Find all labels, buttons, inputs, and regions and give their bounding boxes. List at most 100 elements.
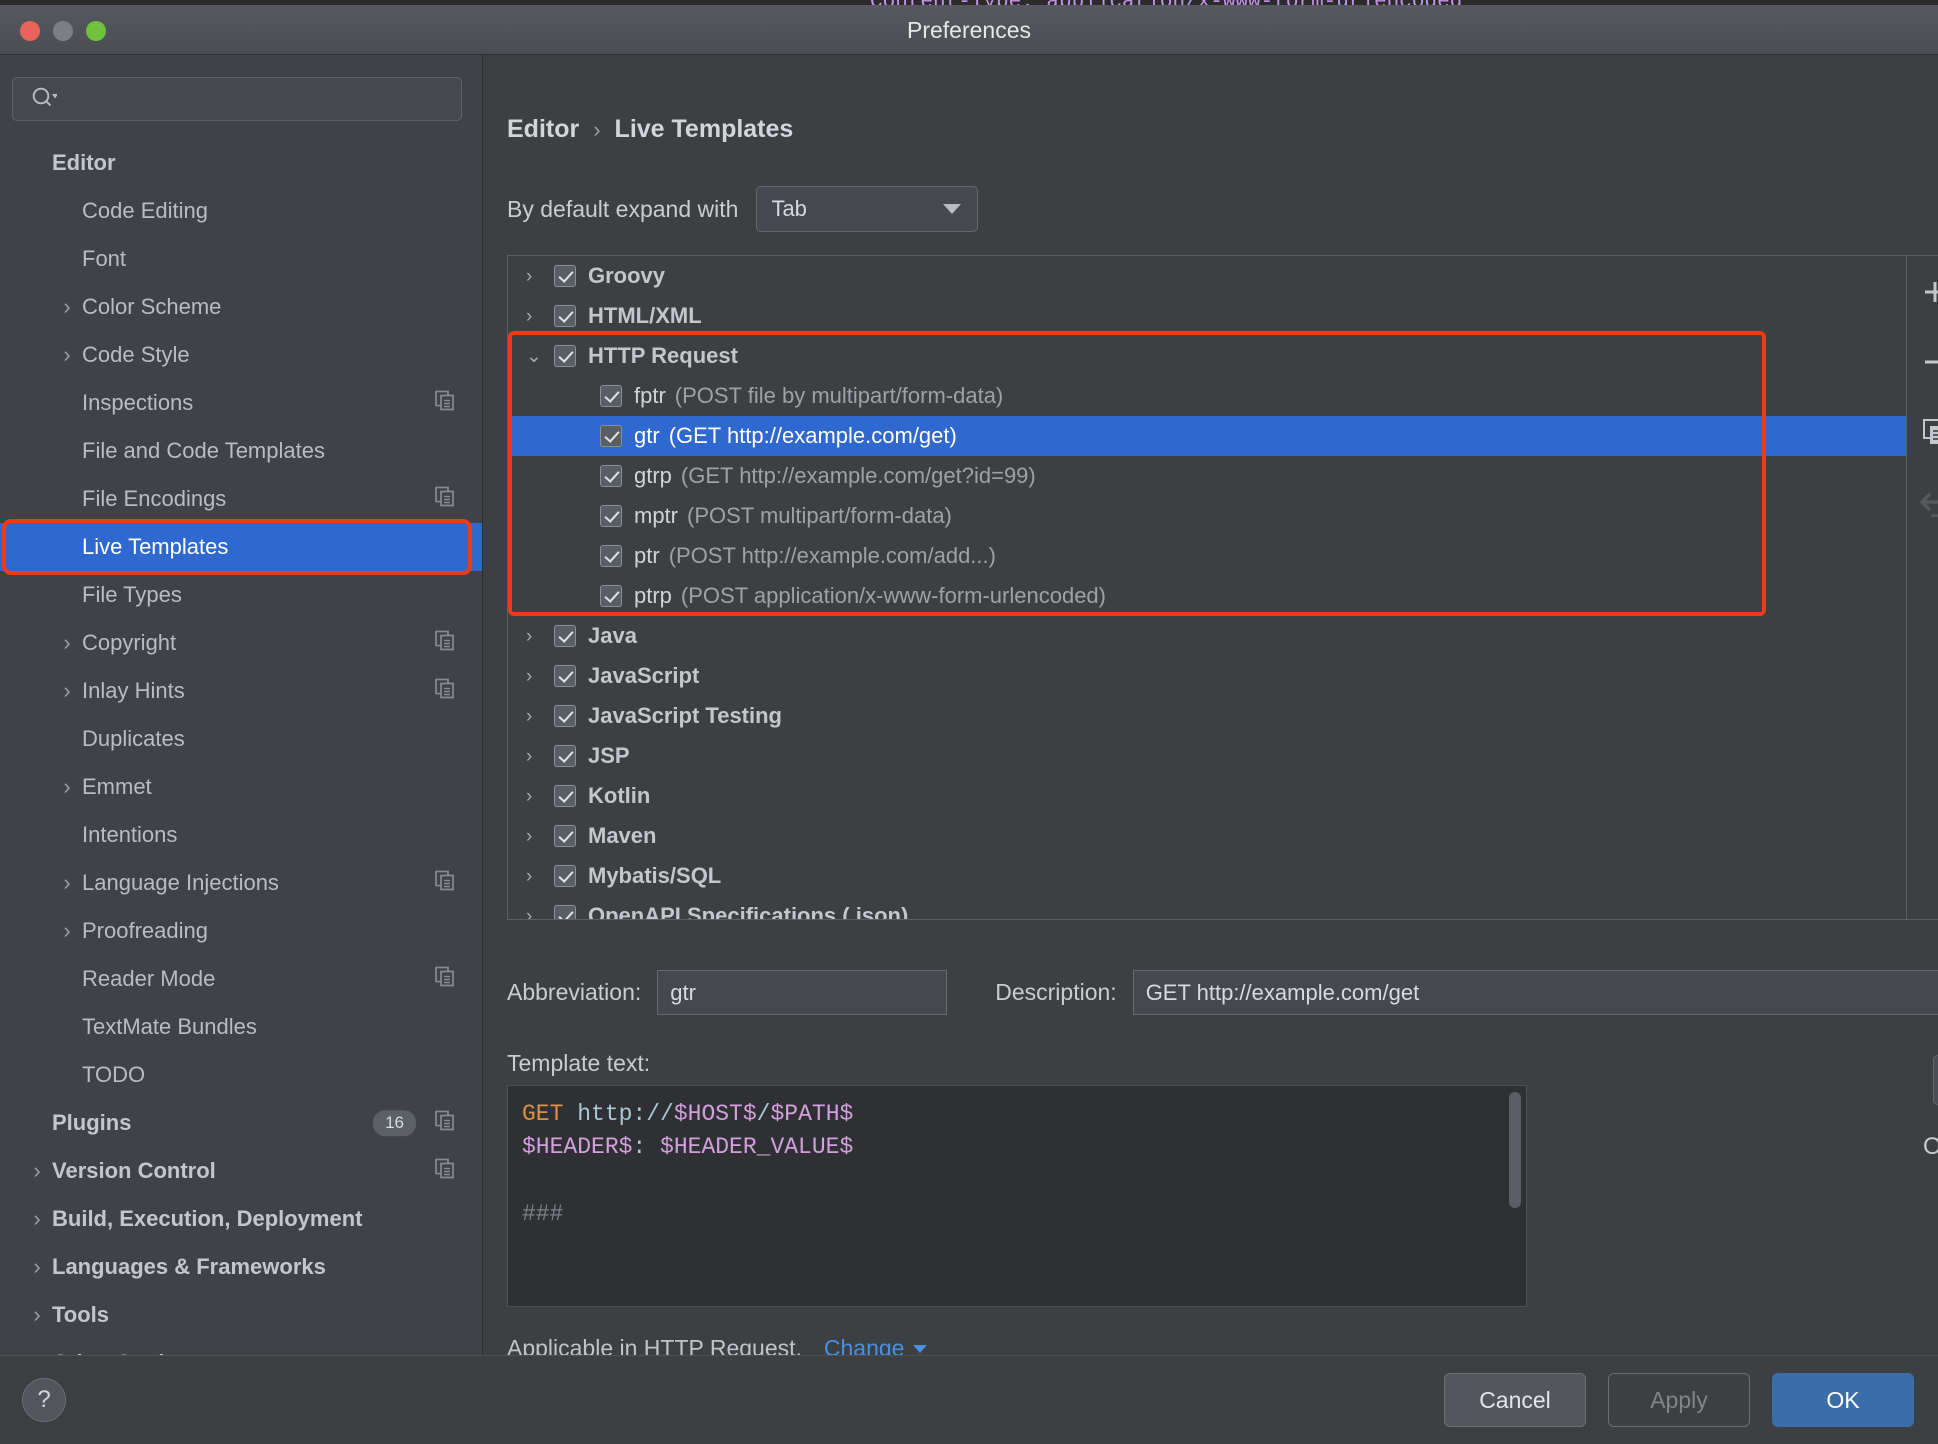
add-template-button[interactable]: [1915, 272, 1938, 312]
sidebar-item-font[interactable]: Font: [0, 235, 482, 283]
template-checkbox[interactable]: [600, 425, 622, 447]
sidebar-item-plugins[interactable]: Plugins 16: [0, 1099, 482, 1147]
template-checkbox[interactable]: [554, 785, 576, 807]
template-checkbox[interactable]: [554, 865, 576, 887]
chevron-right-icon[interactable]: ›: [52, 920, 82, 942]
sidebar-item-proofreading[interactable]: › Proofreading: [0, 907, 482, 955]
template-checkbox[interactable]: [554, 905, 576, 919]
revert-template-button[interactable]: [1915, 482, 1938, 522]
template-row[interactable]: gtr (GET http://example.com/get): [508, 416, 1906, 456]
sidebar-item-file-types[interactable]: File Types: [0, 571, 482, 619]
chevron-right-icon[interactable]: ›: [526, 627, 554, 646]
template-group-row[interactable]: › Groovy: [508, 256, 1906, 296]
abbreviation-input[interactable]: [657, 970, 948, 1015]
copy-settings-icon[interactable]: [434, 870, 456, 897]
copy-settings-icon[interactable]: [434, 486, 456, 513]
template-group-row[interactable]: › HTML/XML: [508, 296, 1906, 336]
template-checkbox[interactable]: [554, 625, 576, 647]
search-input[interactable]: [57, 88, 449, 110]
template-group-row[interactable]: › Java: [508, 616, 1906, 656]
template-checkbox[interactable]: [554, 265, 576, 287]
sidebar-item-file-encodings[interactable]: File Encodings: [0, 475, 482, 523]
sidebar-item-duplicates[interactable]: Duplicates: [0, 715, 482, 763]
template-checkbox[interactable]: [554, 745, 576, 767]
chevron-right-icon[interactable]: ›: [526, 267, 554, 286]
template-row[interactable]: mptr (POST multipart/form-data): [508, 496, 1906, 536]
remove-template-button[interactable]: [1915, 342, 1938, 382]
sidebar-item-live-templates[interactable]: Live Templates: [0, 523, 482, 571]
template-row[interactable]: ptr (POST http://example.com/add...): [508, 536, 1906, 576]
ok-button[interactable]: OK: [1772, 1373, 1914, 1427]
sidebar-item-todo[interactable]: TODO: [0, 1051, 482, 1099]
description-input[interactable]: [1132, 970, 1938, 1015]
sidebar-item-languages-frameworks[interactable]: › Languages & Frameworks: [0, 1243, 482, 1291]
template-row[interactable]: fptr (POST file by multipart/form-data): [508, 376, 1906, 416]
template-group-row[interactable]: › Maven: [508, 816, 1906, 856]
template-group-row[interactable]: › JSP: [508, 736, 1906, 776]
copy-settings-icon[interactable]: [434, 678, 456, 705]
breadcrumb-parent[interactable]: Editor: [507, 115, 579, 144]
chevron-right-icon[interactable]: ›: [22, 1256, 52, 1278]
copy-settings-icon[interactable]: [434, 1110, 456, 1137]
template-group-row[interactable]: › Mybatis/SQL: [508, 856, 1906, 896]
template-checkbox[interactable]: [600, 465, 622, 487]
sidebar-item-version-control[interactable]: › Version Control: [0, 1147, 482, 1195]
chevron-right-icon[interactable]: ›: [52, 632, 82, 654]
chevron-right-icon[interactable]: ›: [52, 344, 82, 366]
chevron-right-icon[interactable]: ›: [22, 1208, 52, 1230]
template-checkbox[interactable]: [554, 305, 576, 327]
sidebar-item-intentions[interactable]: Intentions: [0, 811, 482, 859]
chevron-right-icon[interactable]: ›: [52, 296, 82, 318]
template-group-row[interactable]: › JavaScript Testing: [508, 696, 1906, 736]
template-group-row[interactable]: › Kotlin: [508, 776, 1906, 816]
chevron-right-icon[interactable]: ›: [526, 667, 554, 686]
chevron-right-icon[interactable]: ›: [526, 867, 554, 886]
chevron-right-icon[interactable]: ›: [52, 776, 82, 798]
copy-settings-icon[interactable]: [434, 966, 456, 993]
template-group-row[interactable]: › JavaScript: [508, 656, 1906, 696]
template-checkbox[interactable]: [600, 505, 622, 527]
sidebar-item-inlay-hints[interactable]: › Inlay Hints: [0, 667, 482, 715]
template-checkbox[interactable]: [600, 585, 622, 607]
chevron-right-icon[interactable]: ›: [526, 907, 554, 920]
chevron-down-icon[interactable]: ⌄: [526, 347, 554, 366]
template-checkbox[interactable]: [554, 825, 576, 847]
sidebar-item-editor[interactable]: Editor: [0, 139, 482, 187]
chevron-right-icon[interactable]: ›: [526, 747, 554, 766]
template-checkbox[interactable]: [600, 545, 622, 567]
template-checkbox[interactable]: [554, 705, 576, 727]
duplicate-template-button[interactable]: [1915, 412, 1938, 452]
template-checkbox[interactable]: [554, 665, 576, 687]
sidebar-item-other-settings[interactable]: ›Other Settings: [0, 1339, 482, 1355]
template-group-row[interactable]: › OpenAPI Specifications (.json): [508, 896, 1906, 920]
template-text-editor[interactable]: GET http://$HOST$/$PATH$ $HEADER$: $HEAD…: [507, 1085, 1527, 1307]
sidebar-item-color-scheme[interactable]: › Color Scheme: [0, 283, 482, 331]
chevron-right-icon[interactable]: ›: [526, 307, 554, 326]
templates-tree-panel[interactable]: › Groovy › HTML/XML ⌄ HTTP Request fptr (POST f…: [507, 255, 1907, 920]
sidebar-item-code-editing[interactable]: Code Editing: [0, 187, 482, 235]
chevron-right-icon[interactable]: ›: [526, 707, 554, 726]
sidebar-item-language-injections[interactable]: › Language Injections: [0, 859, 482, 907]
search-box[interactable]: [12, 77, 462, 121]
code-scrollbar[interactable]: [1509, 1092, 1521, 1208]
edit-variables-button[interactable]: Edit variables: [1933, 1055, 1938, 1105]
sidebar-item-textmate-bundles[interactable]: TextMate Bundles: [0, 1003, 482, 1051]
sidebar-item-file-and-code-templates[interactable]: File and Code Templates: [0, 427, 482, 475]
chevron-right-icon[interactable]: ›: [526, 827, 554, 846]
help-button[interactable]: ?: [22, 1378, 66, 1422]
template-checkbox[interactable]: [554, 345, 576, 367]
sidebar-item-code-style[interactable]: › Code Style: [0, 331, 482, 379]
sidebar-item-inspections[interactable]: Inspections: [0, 379, 482, 427]
template-row[interactable]: ptrp (POST application/x-www-form-urlenco…: [508, 576, 1906, 616]
default-expand-dropdown[interactable]: Tab: [756, 186, 979, 232]
copy-settings-icon[interactable]: [434, 390, 456, 417]
template-row[interactable]: gtrp (GET http://example.com/get?id=99): [508, 456, 1906, 496]
copy-settings-icon[interactable]: [434, 1158, 456, 1185]
template-group-row[interactable]: ⌄ HTTP Request: [508, 336, 1906, 376]
sidebar-item-tools[interactable]: › Tools: [0, 1291, 482, 1339]
template-checkbox[interactable]: [600, 385, 622, 407]
chevron-right-icon[interactable]: ›: [22, 1304, 52, 1326]
sidebar-item-build-execution-deployment[interactable]: › Build, Execution, Deployment: [0, 1195, 482, 1243]
sidebar-item-copyright[interactable]: › Copyright: [0, 619, 482, 667]
chevron-right-icon[interactable]: ›: [52, 680, 82, 702]
